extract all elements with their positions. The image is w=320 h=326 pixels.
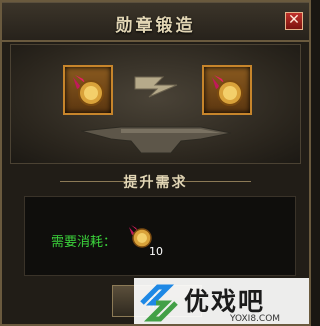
forge-area <box>10 44 301 164</box>
divider-right <box>183 181 251 182</box>
cost-count: 10 <box>149 245 163 258</box>
cost-label: 需要消耗： <box>51 235 117 250</box>
requirements-title: 提升需求 <box>123 175 188 191</box>
yoxi8-logo-icon <box>140 284 178 322</box>
close-button[interactable]: ✕ <box>285 12 303 30</box>
requirements-header: 提升需求 <box>2 172 309 191</box>
medal-icon <box>212 75 243 106</box>
target-medal-slot[interactable] <box>202 65 252 115</box>
watermark-url: YOXI8.COM <box>230 314 281 324</box>
watermark-text: 优戏吧 <box>184 287 266 316</box>
forge-window: 勋章锻造 ✕ 提升需求 需要消耗： 10 优戏吧 YOXI8.COM <box>0 0 311 326</box>
requirements-panel: 需要消耗： 10 <box>24 196 296 276</box>
transform-arrow-icon <box>134 76 178 98</box>
medal-icon <box>73 75 104 106</box>
window-title: 勋章锻造 <box>115 16 196 36</box>
title-bar: 勋章锻造 ✕ <box>2 2 309 42</box>
watermark: 优戏吧 YOXI8.COM <box>134 278 309 324</box>
source-medal-slot[interactable] <box>63 65 113 115</box>
anvil-icon <box>81 126 231 154</box>
